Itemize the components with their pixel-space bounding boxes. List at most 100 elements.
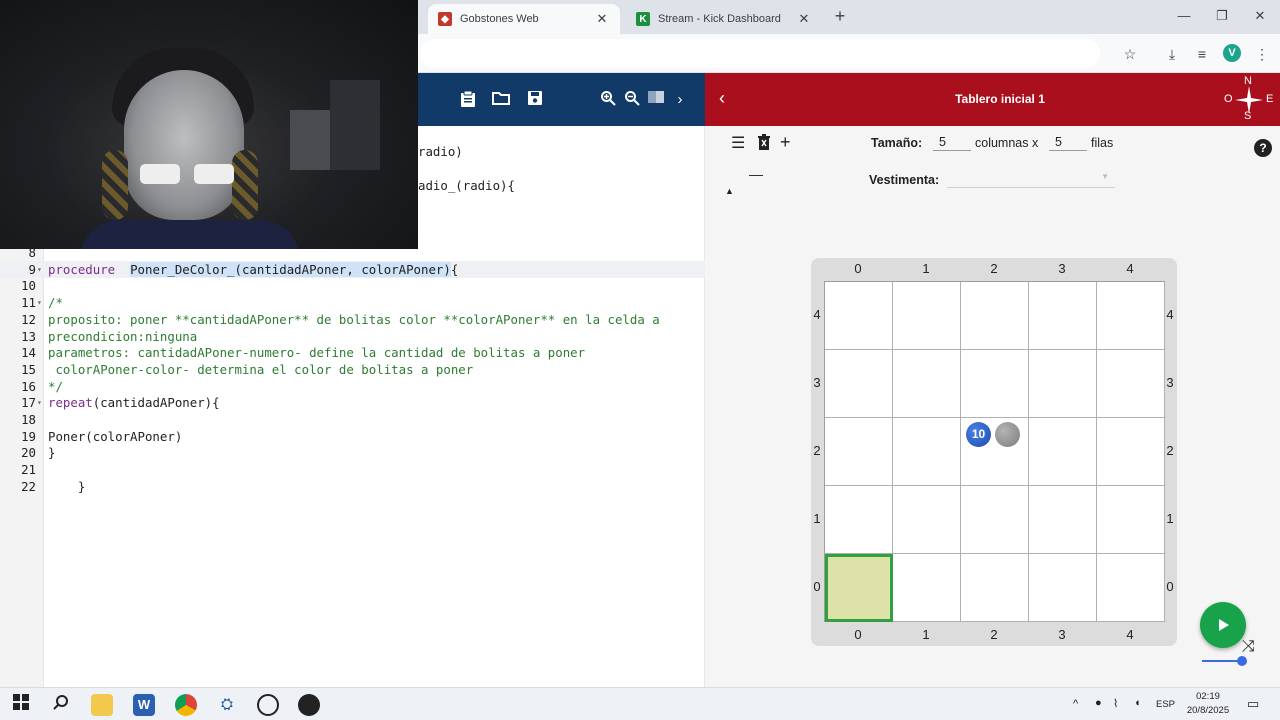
board-cell[interactable] [1029,350,1097,418]
open-folder-icon[interactable] [491,90,511,110]
board-cell[interactable] [825,282,893,350]
fold-toggle-icon[interactable]: ▾ [37,294,45,311]
tab-kick-dashboard[interactable]: K Stream - Kick Dashboard ✕ [626,4,822,34]
board-cell[interactable] [961,486,1029,554]
download-icon[interactable]: ⤓ [1162,44,1182,64]
menu-dots-icon[interactable]: ⋮ [1252,44,1272,64]
shuffle-icon[interactable]: ⤨ [1242,638,1255,656]
board-cell[interactable] [1029,554,1097,622]
search-icon[interactable] [50,694,72,716]
clipboard-icon[interactable] [458,90,478,110]
code-line[interactable]: 10 [0,277,705,294]
run-button[interactable] [1200,602,1246,648]
rows-input[interactable]: 5 [1049,135,1087,151]
speed-slider-track[interactable] [1202,660,1242,662]
board-cell[interactable] [825,418,893,486]
zoom-in-icon[interactable] [598,90,618,110]
code-line[interactable]: 21 [0,461,705,478]
fold-toggle-icon[interactable]: ▾ [37,261,45,278]
column-label: 1 [922,261,930,276]
word-icon[interactable]: W [133,694,155,716]
head-cell[interactable] [825,554,893,622]
collapse-icon[interactable]: ▲ [725,186,734,196]
fold-toggle-icon[interactable]: ▾ [37,394,45,411]
board-cell[interactable] [825,350,893,418]
attire-select[interactable]: ▼ [947,172,1115,188]
system-clock[interactable]: 02:19 20/8/2025 [1186,690,1230,718]
code-line[interactable]: 22 } [0,478,705,495]
code-line[interactable]: 18 [0,411,705,428]
code-line[interactable]: 16 */ [0,378,705,395]
profile-avatar[interactable]: V [1223,44,1241,62]
board-cell[interactable] [961,554,1029,622]
save-icon[interactable] [525,90,545,110]
code-line[interactable]: 13 precondicion:ninguna [0,328,705,345]
code-line[interactable]: 9 ▾ procedure Poner_DeColor_(cantidadAPone… [0,260,705,278]
new-tab-button[interactable]: + [830,6,850,26]
speed-slider-handle[interactable] [1237,656,1247,666]
board-cell[interactable] [1029,486,1097,554]
board-cell[interactable] [893,554,961,622]
remove-icon[interactable]: — [749,166,763,182]
tab-label: Gobstones Web [460,13,539,25]
code-line[interactable]: 12 proposito: poner **cantidadAPoner** de… [0,311,705,328]
file-explorer-icon[interactable] [91,694,113,716]
obs-icon[interactable] [257,694,279,716]
maximize-button[interactable]: ❐ [1210,6,1234,26]
hamburger-menu-icon[interactable]: ☰ [731,133,745,153]
notifications-icon[interactable]: ▭ [1247,696,1259,712]
code-line[interactable]: 14 parametros: cantidadAPoner-numero- def… [0,344,705,361]
chrome-icon[interactable] [175,694,197,716]
bookmark-star-icon[interactable]: ☆ [1120,44,1140,64]
tray-overflow-icon[interactable]: ^ [1073,698,1078,710]
tab-gobstones[interactable]: ◆ Gobstones Web ✕ [428,4,620,34]
chevron-right-icon[interactable]: › [670,90,690,110]
windows-start-icon[interactable] [10,694,32,716]
split-view-icon[interactable] [646,90,666,110]
close-icon[interactable]: ✕ [594,11,610,27]
clock-app-icon[interactable] [298,694,320,716]
board-cell[interactable] [893,418,961,486]
trash-icon[interactable] [757,134,771,155]
code-text: parametros: cantidadAPoner-numero- defin… [48,344,585,361]
board-cell[interactable] [961,282,1029,350]
kick-icon: K [636,12,650,26]
microphone-icon[interactable]: ● [1095,697,1102,709]
code-line[interactable]: 17 ▾ repeat(cantidadAPoner){ [0,394,705,411]
gray-stone[interactable] [995,422,1020,447]
help-icon[interactable]: ? [1254,139,1272,157]
close-icon[interactable]: ✕ [796,11,812,27]
network-icon[interactable]: ⌇ [1113,697,1118,710]
code-line[interactable]: 19 Poner(colorAPoner) [0,428,705,445]
columns-input[interactable]: 5 [933,135,971,151]
add-board-icon[interactable]: + [780,132,791,153]
board-cell[interactable] [893,350,961,418]
language-indicator[interactable]: ESP [1156,699,1175,710]
volume-icon[interactable]: ◖ [1134,697,1141,709]
row-label: 0 [813,579,821,594]
steam-icon[interactable]: ⛭ [216,694,238,716]
board-cell[interactable] [825,486,893,554]
board-cell[interactable] [1097,486,1165,554]
media-control-icon[interactable]: ≡ [1192,44,1212,64]
code-text: proposito: poner **cantidadAPoner** de b… [48,311,660,328]
board-cell[interactable] [1029,282,1097,350]
board-cell[interactable] [1097,282,1165,350]
code-line[interactable]: 11 ▾/* [0,294,705,311]
code-line[interactable]: 20} [0,444,705,461]
board-cell[interactable] [893,282,961,350]
code-text: } [48,444,55,461]
board-cell[interactable] [1097,350,1165,418]
code-line[interactable]: 15 colorAPoner-color- determina el color… [0,361,705,378]
board-cell[interactable] [1097,554,1165,622]
zoom-out-icon[interactable] [622,90,642,110]
address-bar[interactable] [420,39,1100,68]
blue-stone[interactable]: 10 [966,422,991,447]
board-cell[interactable] [893,486,961,554]
chevron-left-icon[interactable]: ‹ [719,88,725,109]
minimize-button[interactable]: — [1172,6,1196,26]
board-cell[interactable] [961,350,1029,418]
board-cell[interactable] [1097,418,1165,486]
board-cell[interactable] [1029,418,1097,486]
close-window-button[interactable]: ✕ [1248,6,1272,26]
